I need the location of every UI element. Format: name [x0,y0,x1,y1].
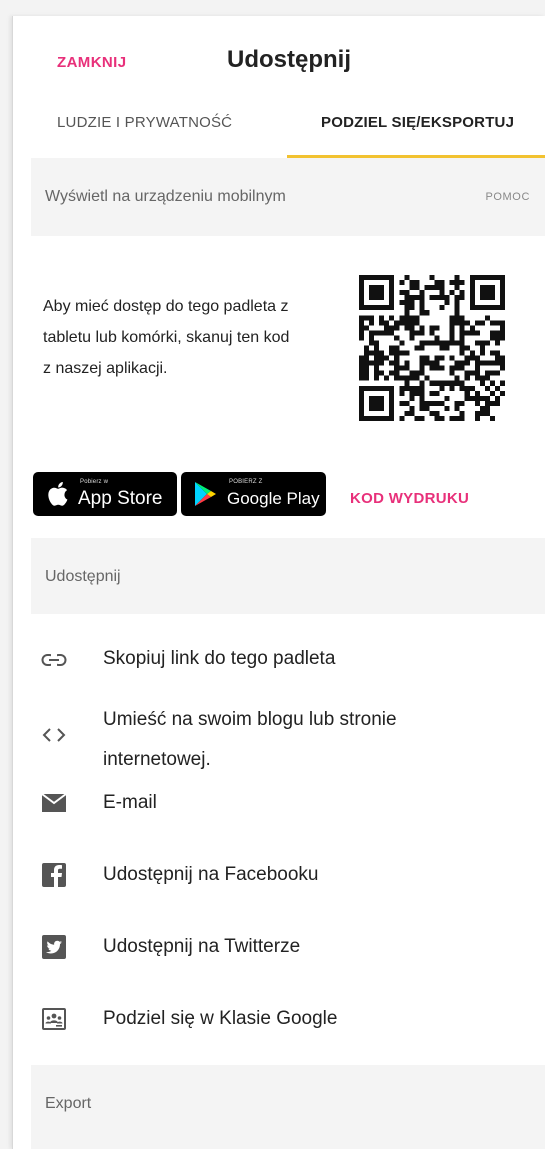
tab-share-export[interactable]: PODZIEL SIĘ/EKSPORTUJ [321,92,545,158]
google-play-small-label: POBIERZ Z [229,479,263,485]
email-label: E-mail [103,792,157,813]
twitter-label: Udostępnij na Twitterze [103,936,301,957]
apple-icon [48,482,68,506]
panel-title: Udostępnij [227,46,351,73]
facebook-label: Udostępnij na Facebooku [103,864,319,885]
app-store-small-label: Pobierz w [80,479,109,485]
qr-code [359,275,505,421]
app-store-button[interactable]: Pobierz w App Store [33,472,177,516]
email-icon [41,793,67,812]
share-panel: ZAMKNIJ Udostępnij LUDZIE I PRYWATNOŚĆ P… [12,16,545,1149]
google-play-icon [195,482,216,506]
section-header-export: Export [31,1065,545,1149]
copy-link-label: Skopiuj link do tego padleta [103,648,336,669]
google-classroom-icon [42,1008,66,1030]
section-label-export: Export [45,1095,92,1112]
print-code-link[interactable]: KOD WYDRUKU [350,490,469,507]
tab-bar: LUDZIE I PRYWATNOŚĆ PODZIEL SIĘ/EKSPORTU… [13,92,545,158]
twitter-icon [42,935,66,959]
facebook-icon [42,863,66,887]
tab-people-privacy[interactable]: LUDZIE I PRYWATNOŚĆ [57,92,232,158]
help-link[interactable]: POMOC [485,191,530,203]
app-store-label: App Store [78,488,163,509]
link-icon [41,654,67,666]
code-icon [42,728,66,742]
embed-label: Umieść na swoim blogu lub stronie intern… [103,709,397,770]
section-label-mobile: Wyświetl na urządzeniu mobilnym [45,188,286,205]
section-header-share: Udostępnij [31,538,545,614]
google-classroom-label: Podziel się w Klasie Google [103,1008,338,1029]
section-header-mobile: Wyświetl na urządzeniu mobilnym POMOC [31,158,545,236]
panel-header: ZAMKNIJ Udostępnij [13,16,545,92]
google-play-button[interactable]: POBIERZ Z Google Play [181,472,326,516]
section-label-share: Udostępnij [45,568,121,585]
google-play-label: Google Play [227,489,320,508]
mobile-description: Aby mieć dostęp do tego padleta z tablet… [43,298,290,377]
close-button[interactable]: ZAMKNIJ [57,54,126,71]
